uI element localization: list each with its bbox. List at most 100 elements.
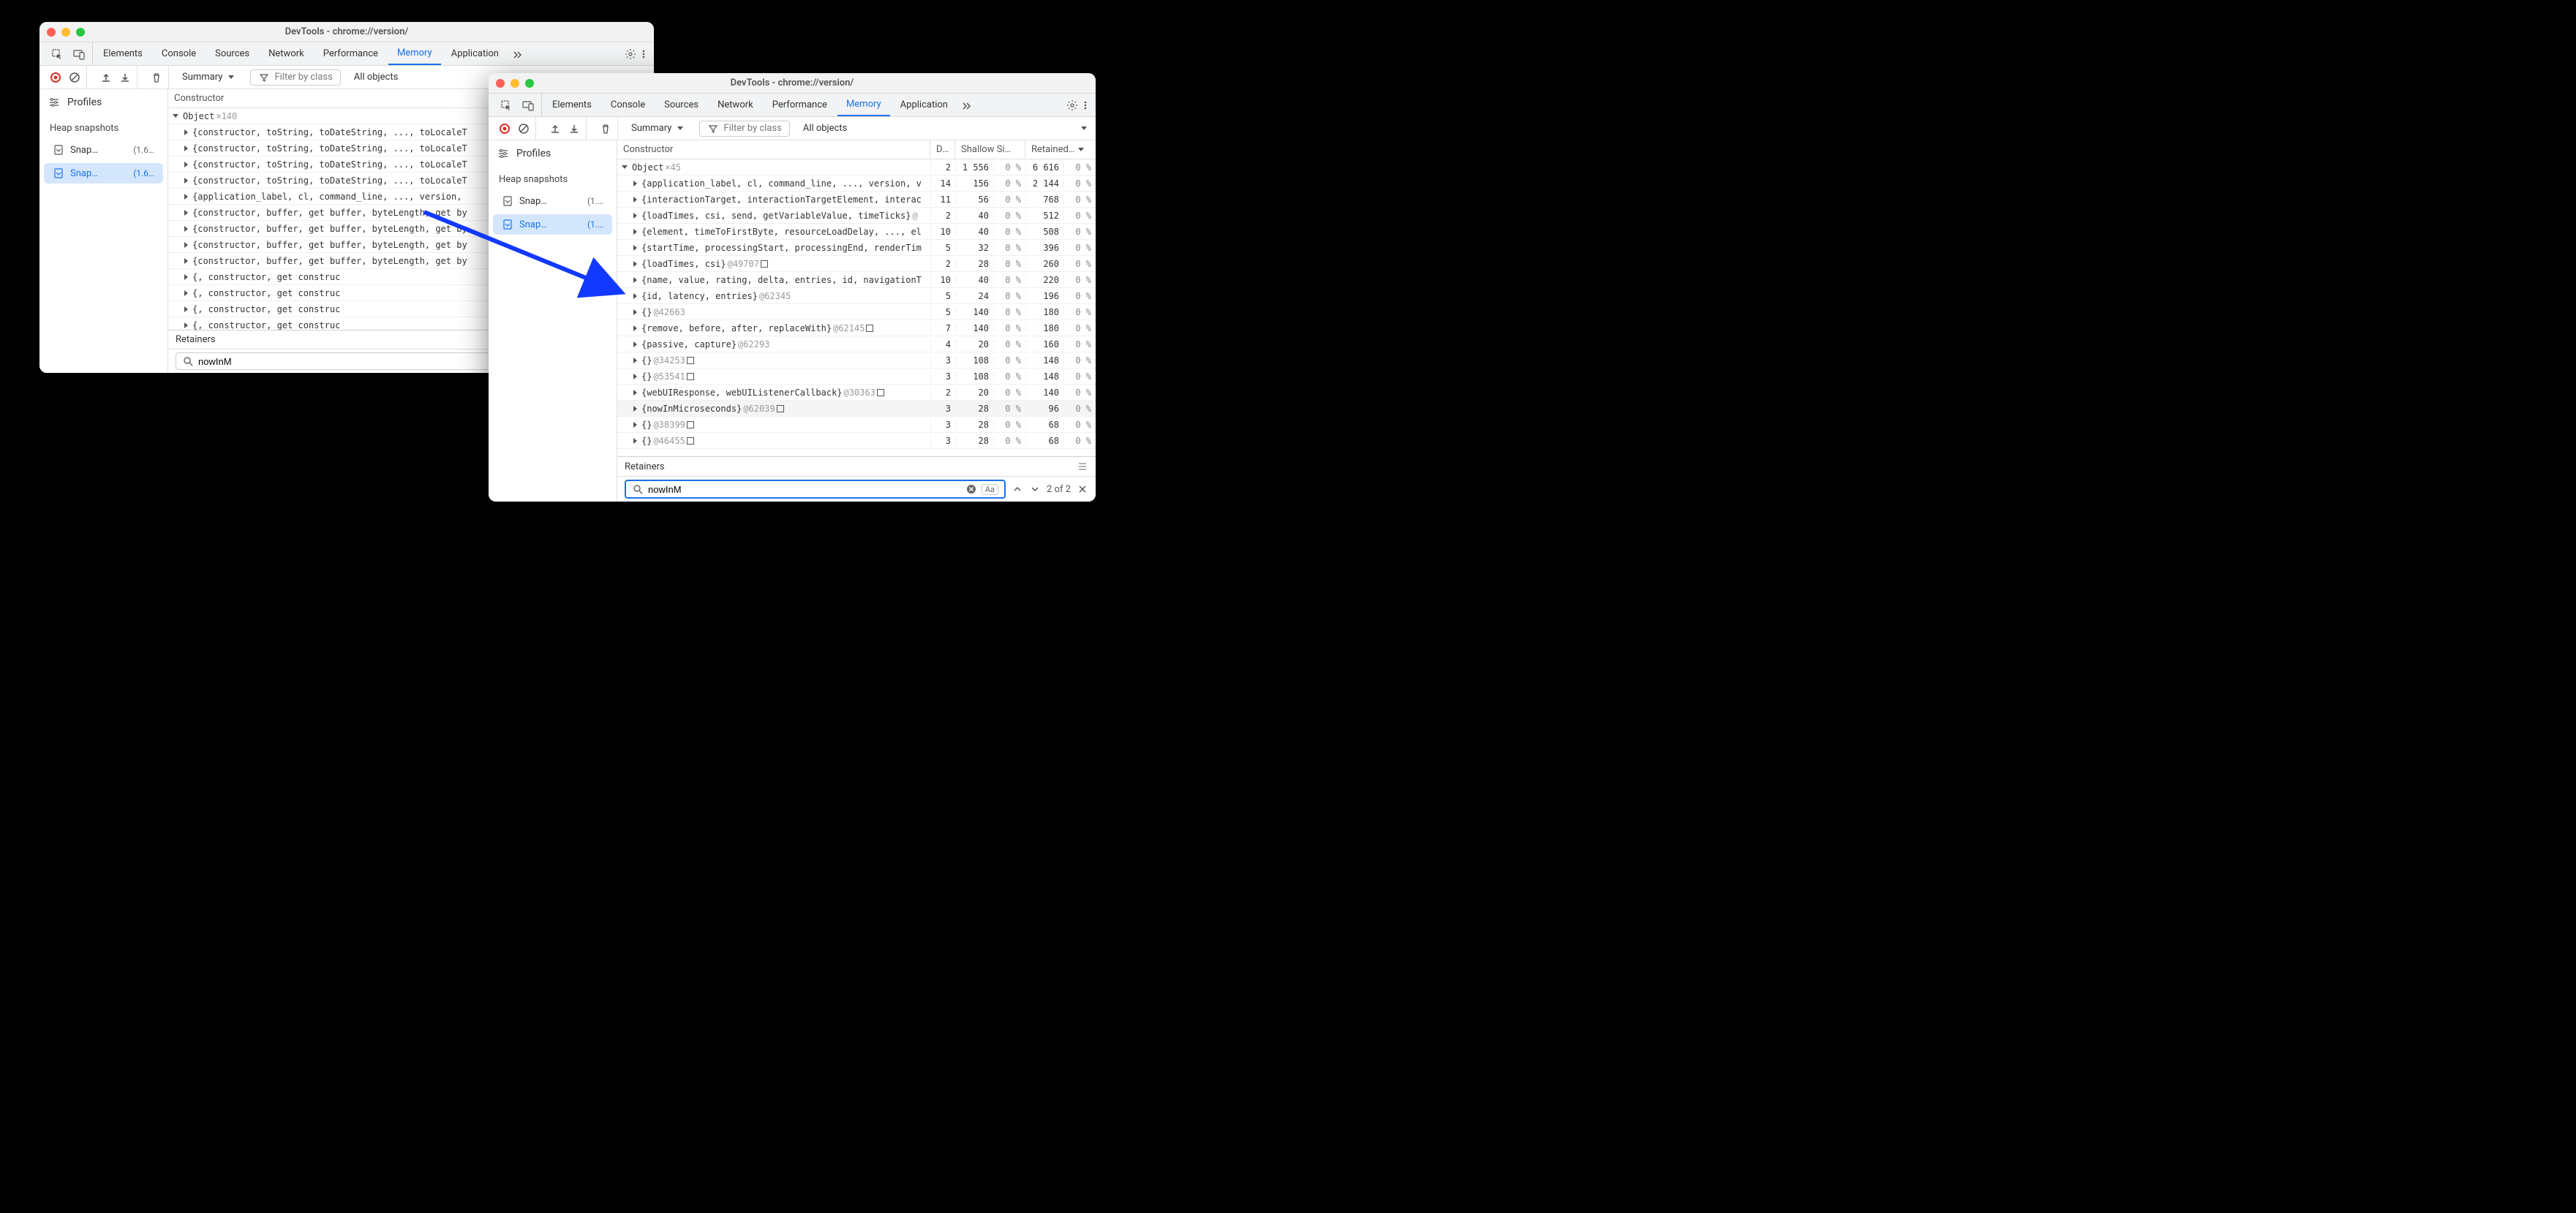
heap-row[interactable]: {loadTimes, csi} @49707 2 280 % 2600 % xyxy=(617,256,1096,272)
tab-sources[interactable]: Sources xyxy=(655,94,707,116)
tab-network[interactable]: Network xyxy=(709,94,762,116)
inspect-icon[interactable] xyxy=(500,99,512,111)
heap-row[interactable]: {id, latency, entries} @62345 5 240 % 19… xyxy=(617,288,1096,304)
class-filter[interactable]: Filter by class xyxy=(250,69,340,86)
tab-elements[interactable]: Elements xyxy=(94,42,151,65)
tab-memory[interactable]: Memory xyxy=(837,94,890,116)
clear-input-icon[interactable] xyxy=(965,483,977,495)
close-icon[interactable] xyxy=(47,28,56,37)
heap-row[interactable]: {nowInMicroseconds} @62039 3 280 % 960 % xyxy=(617,401,1096,417)
more-tabs-icon[interactable] xyxy=(961,99,973,111)
snapshot-item[interactable]: Snap… (1.… xyxy=(493,191,612,211)
more-tabs-icon[interactable] xyxy=(512,48,524,60)
tab-elements[interactable]: Elements xyxy=(543,94,600,116)
tab-console[interactable]: Console xyxy=(153,42,205,65)
heap-row[interactable]: {} @38399 3 280 % 680 % xyxy=(617,417,1096,433)
next-result-icon[interactable] xyxy=(1029,483,1041,495)
gear-icon[interactable] xyxy=(1066,99,1078,111)
minimize-icon[interactable] xyxy=(511,79,519,88)
download-icon[interactable] xyxy=(119,72,131,83)
kebab-icon[interactable] xyxy=(1080,99,1091,111)
col-constructor[interactable]: Constructor xyxy=(617,140,930,159)
menu-icon[interactable] xyxy=(1077,461,1088,472)
heap-row[interactable]: {} @46455 3 280 % 680 % xyxy=(617,433,1096,449)
minimize-icon[interactable] xyxy=(61,28,70,37)
heap-row[interactable]: {remove, before, after, replaceWith} @62… xyxy=(617,320,1096,336)
snapshot-item[interactable]: Snap… (1.6… xyxy=(44,163,163,184)
devtools-tabs: Elements Console Sources Network Perform… xyxy=(39,42,654,66)
profiles-label: Profiles xyxy=(67,97,102,108)
class-filter[interactable]: Filter by class xyxy=(699,121,789,137)
search-icon xyxy=(182,355,194,367)
heap-row[interactable]: {name, value, rating, delta, entries, id… xyxy=(617,272,1096,288)
heap-row[interactable]: {loadTimes, csi, send, getVariableValue,… xyxy=(617,208,1096,224)
delete-icon[interactable] xyxy=(600,123,611,135)
col-distance[interactable]: Di… xyxy=(930,140,955,159)
record-icon[interactable] xyxy=(50,72,61,83)
match-case-button[interactable]: Aa xyxy=(982,484,998,495)
sliders-icon[interactable] xyxy=(497,148,509,159)
filter-icon xyxy=(258,72,270,83)
zoom-icon[interactable] xyxy=(525,79,534,88)
tab-performance[interactable]: Performance xyxy=(315,42,387,65)
device-icon[interactable] xyxy=(73,48,85,60)
col-retained[interactable]: Retained… xyxy=(1025,140,1096,159)
clear-icon[interactable] xyxy=(69,72,80,83)
record-icon[interactable] xyxy=(499,123,511,135)
tab-memory[interactable]: Memory xyxy=(388,42,441,65)
tab-sources[interactable]: Sources xyxy=(206,42,258,65)
filter-icon xyxy=(707,123,719,135)
col-shallow[interactable]: Shallow Si… xyxy=(955,140,1025,159)
kebab-icon[interactable] xyxy=(638,48,649,60)
window-title: DevTools - chrome://version/ xyxy=(47,26,647,37)
tab-application[interactable]: Application xyxy=(892,94,957,116)
heap-row[interactable]: {webUIResponse, webUIListenerCallback} @… xyxy=(617,385,1096,401)
prev-result-icon[interactable] xyxy=(1012,483,1023,495)
inspect-icon[interactable] xyxy=(51,48,63,60)
heap-row[interactable]: {element, timeToFirstByte, resourceLoadD… xyxy=(617,224,1096,240)
close-icon[interactable] xyxy=(496,79,505,88)
search-icon xyxy=(632,483,644,495)
profiles-sidebar: Profiles Heap snapshots Snap… (1.6… Snap… xyxy=(39,89,168,373)
heap-row[interactable]: {startTime, processingStart, processingE… xyxy=(617,240,1096,256)
zoom-icon[interactable] xyxy=(76,28,85,37)
upload-icon[interactable] xyxy=(549,123,561,135)
heap-row[interactable]: {interactionTarget, interactionTargetEle… xyxy=(617,192,1096,208)
tab-application[interactable]: Application xyxy=(442,42,508,65)
tab-network[interactable]: Network xyxy=(260,42,313,65)
view-select[interactable]: Summary xyxy=(625,121,692,136)
retainers-header[interactable]: Retainers xyxy=(617,456,1096,476)
objects-select[interactable]: All objects xyxy=(348,69,404,85)
profiles-label: Profiles xyxy=(516,148,551,159)
upload-icon[interactable] xyxy=(100,72,112,83)
sliders-icon[interactable] xyxy=(48,97,60,108)
object-root[interactable]: Object ×45 2 1 5560 % 6 6160 % xyxy=(617,159,1096,175)
delete-icon[interactable] xyxy=(151,72,162,83)
sort-icon xyxy=(1078,148,1084,151)
chevron-down-icon[interactable] xyxy=(1081,126,1087,130)
view-select[interactable]: Summary xyxy=(176,69,243,85)
snapshot-item[interactable]: Snap… (1.… xyxy=(493,214,612,235)
objects-select[interactable]: All objects xyxy=(797,121,854,136)
snapshot-item[interactable]: Snap… (1.6… xyxy=(44,140,163,160)
close-search-icon[interactable] xyxy=(1077,483,1088,495)
gear-icon[interactable] xyxy=(625,48,636,60)
heap-row[interactable]: {} @53541 3 1080 % 1480 % xyxy=(617,369,1096,385)
chevron-down-icon xyxy=(677,126,683,130)
search-result-count: 2 of 2 xyxy=(1047,484,1071,495)
heap-category: Heap snapshots xyxy=(489,170,617,189)
tab-performance[interactable]: Performance xyxy=(764,94,836,116)
search-input[interactable]: Aa xyxy=(625,480,1006,499)
devtools-tabs: Elements Console Sources Network Perform… xyxy=(489,94,1096,117)
snapshot-icon xyxy=(53,144,64,156)
clear-icon[interactable] xyxy=(518,123,530,135)
heap-row[interactable]: {} @42663 5 1400 % 1800 % xyxy=(617,304,1096,320)
heap-row[interactable]: {application_label, cl, command_line, ..… xyxy=(617,175,1096,192)
tab-console[interactable]: Console xyxy=(602,94,654,116)
titlebar: DevTools - chrome://version/ xyxy=(489,73,1096,94)
snapshot-icon xyxy=(53,167,64,179)
heap-row[interactable]: {passive, capture} @62293 4 200 % 1600 % xyxy=(617,336,1096,352)
heap-row[interactable]: {} @34253 3 1080 % 1480 % xyxy=(617,352,1096,369)
device-icon[interactable] xyxy=(522,99,534,111)
download-icon[interactable] xyxy=(568,123,580,135)
